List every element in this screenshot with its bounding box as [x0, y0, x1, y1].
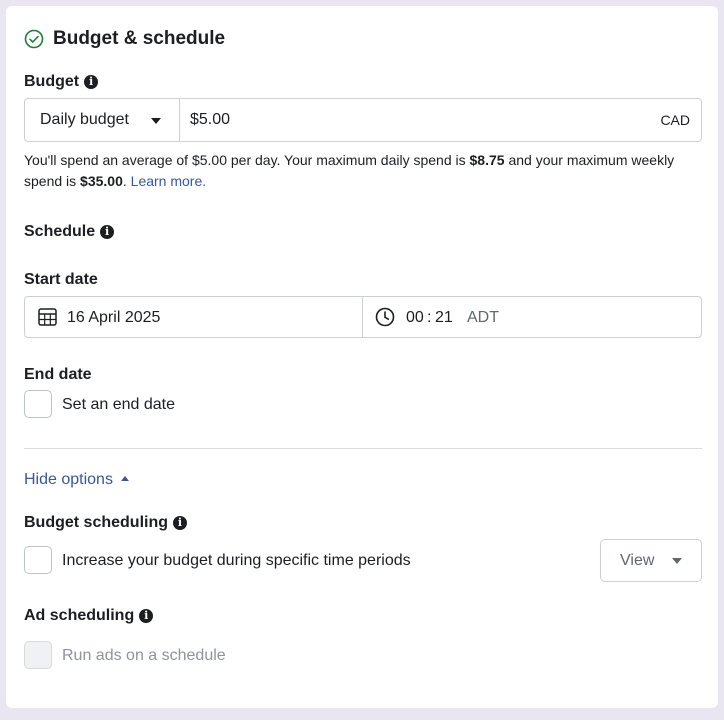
- start-date-value: 16 April 2025: [67, 309, 161, 326]
- view-dropdown-button[interactable]: View: [600, 539, 702, 582]
- budget-label-text: Budget: [24, 73, 80, 90]
- budget-type-dropdown[interactable]: Daily budget: [25, 99, 180, 141]
- budget-schedule-card: Budget & schedule Budgeti Daily budget C…: [6, 6, 718, 708]
- max-daily-spend: $8.75: [469, 152, 505, 168]
- timezone-label: ADT: [467, 309, 499, 326]
- learn-more-link[interactable]: Learn more.: [131, 173, 206, 189]
- budget-scheduling-checkbox-label: Increase your budget during specific tim…: [62, 552, 411, 569]
- schedule-label-text: Schedule: [24, 223, 96, 240]
- schedule-label: Schedule i: [24, 223, 115, 241]
- start-time-field[interactable]: 00 : 21 ADT: [363, 297, 701, 337]
- divider: [24, 448, 702, 449]
- end-date-label: End date: [24, 366, 92, 383]
- start-date-group: 16 April 2025 00 : 21 ADT: [24, 296, 702, 338]
- time-separator: :: [427, 309, 432, 326]
- end-date-checkbox-label: Set an end date: [62, 396, 175, 413]
- section-title: Budget & schedule: [53, 28, 226, 49]
- check-circle-icon: [24, 29, 44, 49]
- hide-options-toggle[interactable]: Hide options: [24, 471, 130, 489]
- budget-scheduling-checkbox[interactable]: [24, 546, 52, 574]
- end-date-checkbox[interactable]: [24, 390, 52, 418]
- ad-scheduling-checkbox-label: Run ads on a schedule: [62, 647, 226, 664]
- time-minute[interactable]: 21: [435, 309, 453, 327]
- hide-options-label: Hide options: [24, 471, 113, 488]
- info-icon[interactable]: i: [84, 75, 99, 89]
- caret-up-icon: [121, 476, 130, 481]
- info-icon[interactable]: i: [139, 609, 154, 623]
- budget-scheduling-label-text: Budget scheduling: [24, 514, 168, 531]
- budget-input-group: Daily budget CAD: [24, 98, 702, 142]
- ad-scheduling-label: Ad scheduling i: [24, 607, 154, 625]
- budget-label: Budget i: [24, 73, 99, 91]
- budget-scheduling-label: Budget scheduling i: [24, 514, 187, 532]
- clock-icon: [375, 307, 395, 332]
- info-icon[interactable]: i: [100, 225, 115, 239]
- budget-amount-input[interactable]: [190, 109, 610, 131]
- chevron-down-icon: [151, 118, 161, 124]
- budget-type-value: Daily budget: [40, 111, 129, 128]
- info-icon[interactable]: i: [173, 516, 187, 530]
- help-text-3: .: [122, 173, 127, 189]
- help-text-1: You'll spend an average of $5.00 per day…: [24, 152, 470, 168]
- currency-label: CAD: [660, 112, 690, 128]
- max-weekly-spend: $35.00: [80, 173, 123, 189]
- ad-scheduling-checkbox[interactable]: [24, 641, 52, 669]
- calendar-icon: [38, 308, 57, 331]
- chevron-down-icon: [672, 558, 682, 564]
- start-date-label: Start date: [24, 271, 98, 288]
- start-date-field[interactable]: 16 April 2025: [25, 297, 363, 337]
- ad-scheduling-label-text: Ad scheduling: [24, 607, 135, 624]
- view-button-label: View: [620, 552, 655, 569]
- budget-help-text: You'll spend an average of $5.00 per day…: [24, 150, 694, 192]
- time-hour[interactable]: 00: [406, 309, 424, 327]
